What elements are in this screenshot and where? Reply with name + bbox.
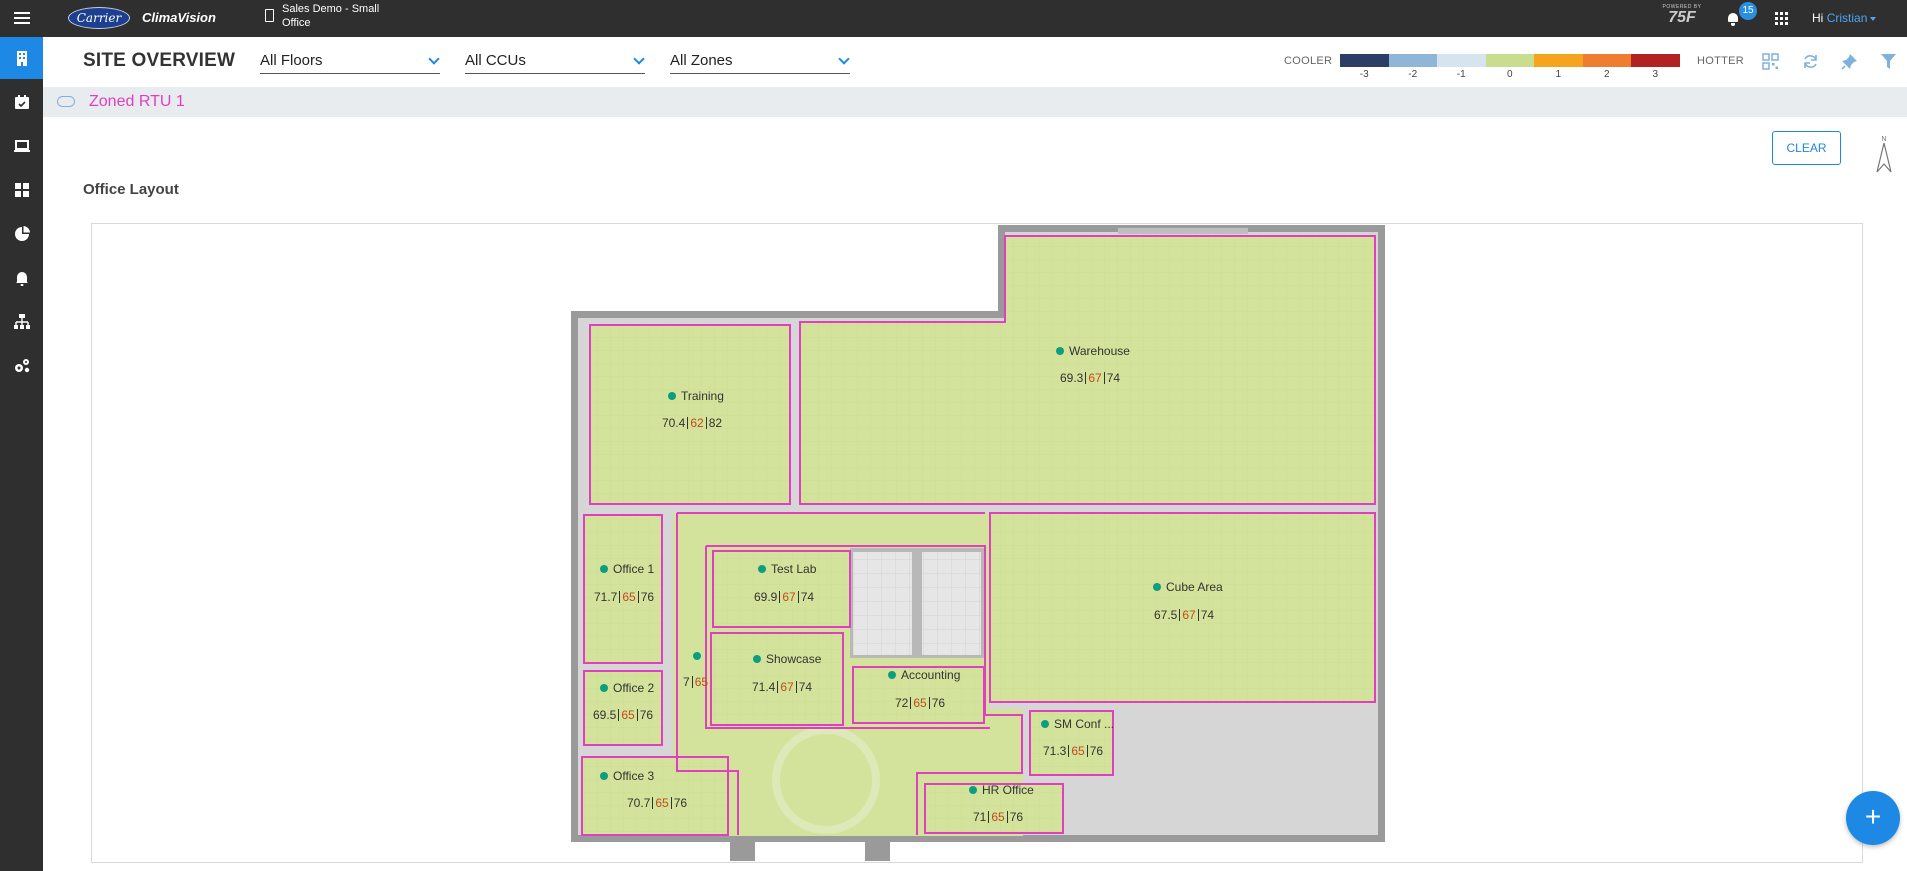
- zone-temps-lobby: 7 65: [683, 675, 708, 689]
- current-temp: 69.5: [593, 708, 617, 722]
- zone-status-dot: [600, 772, 608, 780]
- zone-name-text: Office 2: [613, 681, 655, 695]
- current-temp: 72: [895, 696, 909, 710]
- zone-temps-cube-area: 67.5 67 74: [1154, 608, 1214, 622]
- cooling-setpoint: 65: [694, 675, 709, 689]
- zone-status-dot: [1153, 583, 1161, 591]
- zone-temps-accounting: 72 65 76: [895, 696, 945, 710]
- cooling-setpoint: 65: [913, 696, 927, 710]
- zone-name-text: Warehouse: [1069, 344, 1130, 358]
- zone-name-text: Training: [681, 389, 724, 403]
- zone-name-text: Office 1: [613, 562, 655, 576]
- cooling-setpoint: 65: [1071, 744, 1085, 758]
- zone-name-office-3[interactable]: Office 3: [600, 769, 654, 783]
- cooling-setpoint: 67: [780, 680, 794, 694]
- current-temp: 67.5: [1154, 608, 1178, 622]
- current-temp: 71.7: [594, 590, 618, 604]
- zone-name-text: HR Office: [982, 783, 1034, 797]
- heating-setpoint: 76: [673, 796, 688, 810]
- zone-temps-training: 70.4 62 82: [662, 416, 722, 430]
- zone-name-text: SM Conf ...: [1054, 717, 1115, 731]
- zone-temps-test-lab: 69.9 67 74: [754, 590, 814, 604]
- heating-setpoint: 76: [639, 708, 654, 722]
- zone-name-hr-office[interactable]: HR Office: [969, 783, 1034, 797]
- zone-name-office-2[interactable]: Office 2: [600, 681, 654, 695]
- zone-name-warehouse[interactable]: Warehouse: [1056, 344, 1130, 358]
- current-temp: 70.4: [662, 416, 686, 430]
- zone-status-dot: [693, 652, 701, 660]
- zone-name-lobby[interactable]: [693, 649, 706, 663]
- cooling-setpoint: 65: [622, 590, 636, 604]
- zone-name-cube-area[interactable]: Cube Area: [1153, 580, 1223, 594]
- zone-name-accounting[interactable]: Accounting: [888, 668, 960, 682]
- cooling-setpoint: 67: [1182, 608, 1196, 622]
- zone-name-office-1[interactable]: Office 1: [600, 562, 654, 576]
- heating-setpoint: 76: [640, 590, 655, 604]
- heating-setpoint: 76: [1089, 744, 1104, 758]
- current-temp: 7: [683, 675, 690, 689]
- zone-name-text: Accounting: [901, 668, 961, 682]
- zone-temps-showcase: 71.4 67 74: [752, 680, 812, 694]
- zone-status-dot: [758, 565, 766, 573]
- elevator-bank: [850, 548, 985, 658]
- cooling-setpoint: 67: [782, 590, 796, 604]
- zone-temps-office-2: 69.5 65 76: [593, 708, 653, 722]
- heating-setpoint: 74: [1200, 608, 1215, 622]
- zone-name-text: Office 3: [613, 769, 655, 783]
- zone-name-text: Showcase: [766, 652, 822, 666]
- heating-setpoint: 82: [708, 416, 723, 430]
- zone-temps-office-1: 71.7 65 76: [594, 590, 654, 604]
- current-temp: 70.7: [627, 796, 651, 810]
- heating-setpoint: 74: [798, 680, 813, 694]
- zone-name-sm-conf[interactable]: SM Conf ...: [1041, 717, 1114, 731]
- cooling-setpoint: 62: [690, 416, 704, 430]
- zone-office-1[interactable]: [583, 514, 663, 664]
- zone-status-dot: [969, 786, 977, 794]
- zone-status-dot: [753, 655, 761, 663]
- zone-temps-hr-office: 71 65 76: [973, 810, 1023, 824]
- heating-setpoint: 74: [800, 590, 815, 604]
- cooling-setpoint: 65: [655, 796, 669, 810]
- add-button[interactable]: +: [1846, 791, 1900, 845]
- zone-status-dot: [600, 565, 608, 573]
- current-temp: 71.3: [1043, 744, 1067, 758]
- zone-temps-office-3: 70.7 65 76: [627, 796, 687, 810]
- zone-name-showcase[interactable]: Showcase: [753, 652, 821, 666]
- zone-training[interactable]: [589, 324, 791, 505]
- zone-name-text: Test Lab: [771, 562, 817, 576]
- current-temp: 69.3: [1060, 371, 1084, 385]
- cooling-setpoint: 65: [621, 708, 635, 722]
- zone-status-dot: [668, 392, 676, 400]
- zone-status-dot: [888, 671, 896, 679]
- floor-plan: [571, 225, 1385, 861]
- zone-status-dot: [600, 684, 608, 692]
- zone-status-dot: [1041, 720, 1049, 728]
- zone-name-test-lab[interactable]: Test Lab: [758, 562, 816, 576]
- cooling-setpoint: 67: [1088, 371, 1102, 385]
- heating-setpoint: 76: [931, 696, 946, 710]
- zone-name-training[interactable]: Training: [668, 389, 724, 403]
- zone-temps-sm-conf: 71.3 65 76: [1043, 744, 1103, 758]
- zone-name-text: Cube Area: [1166, 580, 1223, 594]
- zone-showcase[interactable]: [710, 632, 844, 726]
- current-temp: 69.9: [754, 590, 778, 604]
- current-temp: 71: [973, 810, 987, 824]
- current-temp: 71.4: [752, 680, 776, 694]
- zone-warehouse[interactable]: [799, 235, 1376, 505]
- heating-setpoint: 74: [1106, 371, 1121, 385]
- heating-setpoint: 76: [1009, 810, 1024, 824]
- zone-status-dot: [1056, 347, 1064, 355]
- cooling-setpoint: 65: [991, 810, 1005, 824]
- zone-temps-warehouse: 69.3 67 74: [1060, 371, 1120, 385]
